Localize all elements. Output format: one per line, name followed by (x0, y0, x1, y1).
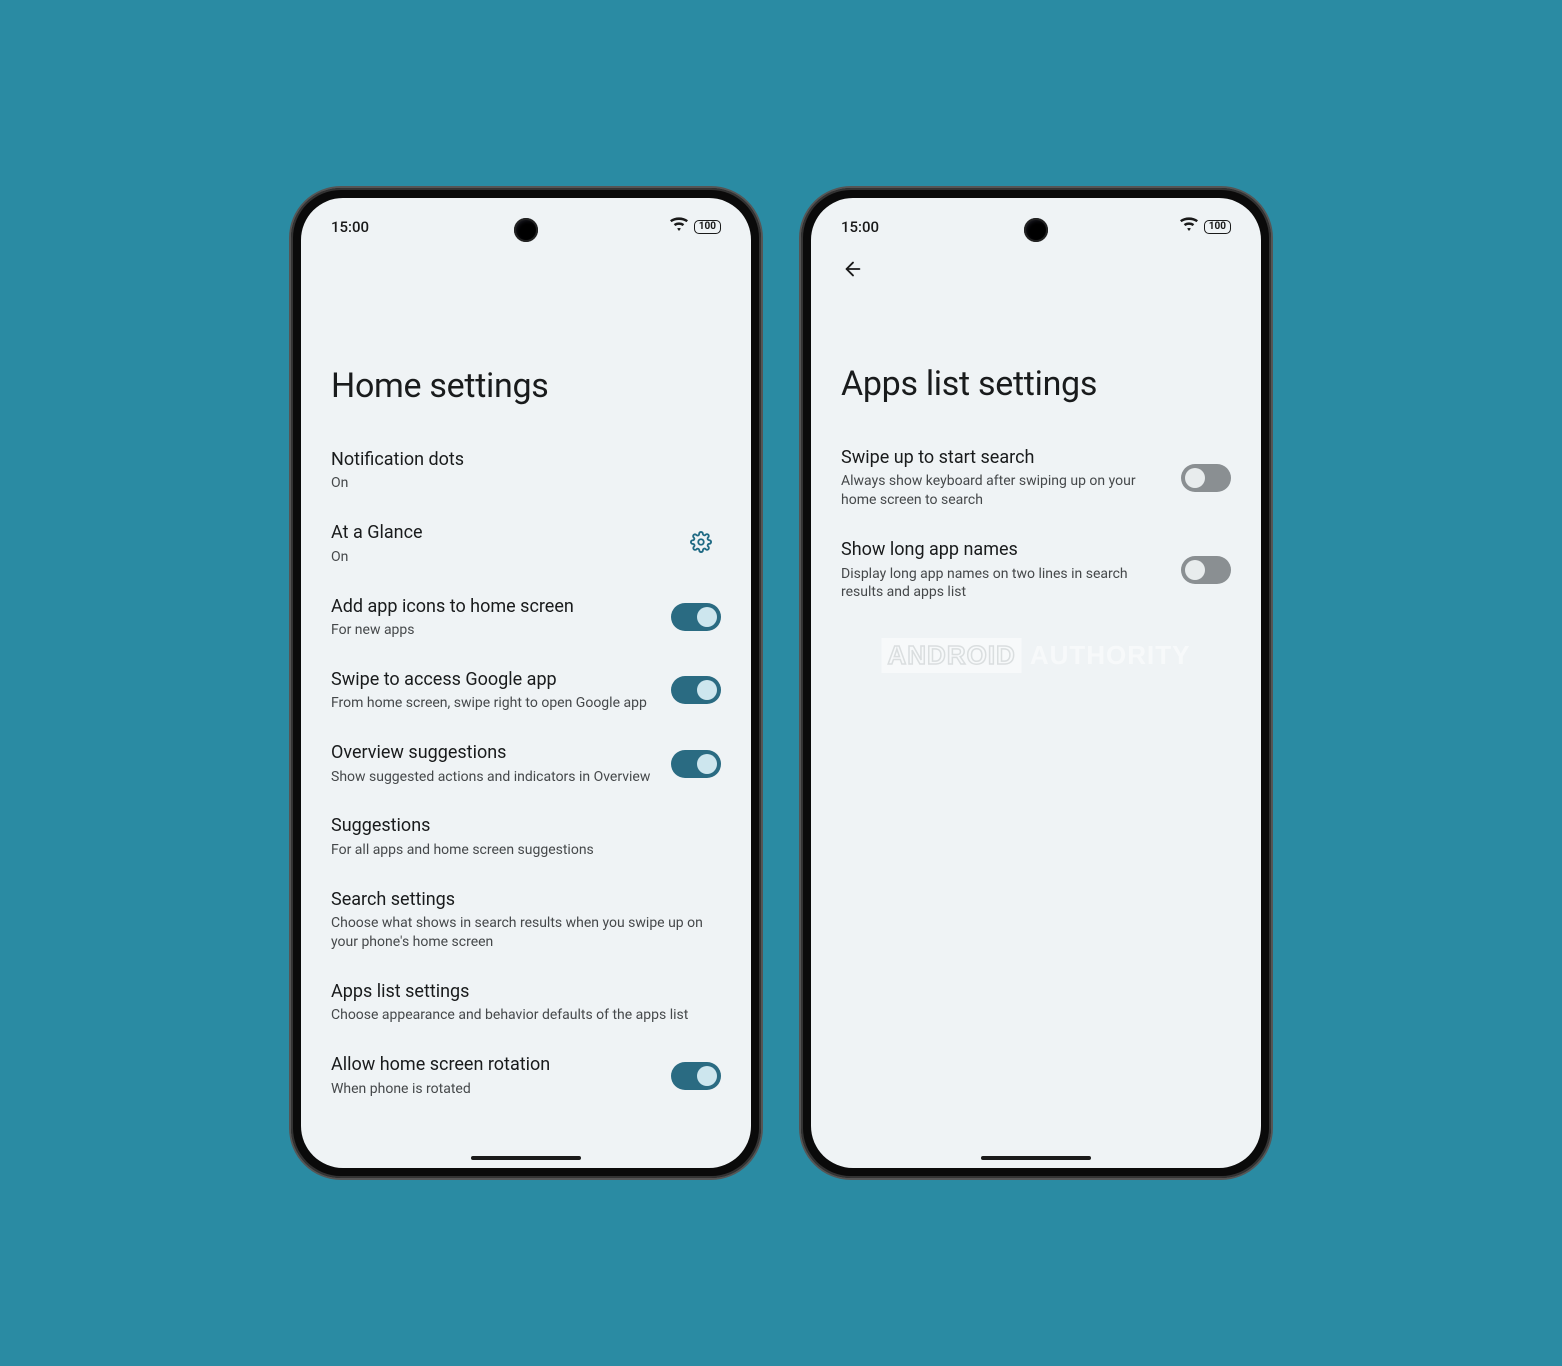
setting-apps-list-settings[interactable]: Apps list settings Choose appearance and… (331, 966, 721, 1039)
nav-handle[interactable] (981, 1156, 1091, 1160)
toggle-add-app-icons[interactable] (671, 603, 721, 631)
setting-add-app-icons[interactable]: Add app icons to home screen For new app… (331, 581, 721, 654)
setting-sub: Display long app names on two lines in s… (841, 565, 1167, 603)
setting-sub: Always show keyboard after swiping up on… (841, 472, 1167, 510)
arrow-left-icon (842, 258, 864, 284)
page-title: Home settings (301, 246, 751, 434)
screen-left: 15:00 100 Home settings Notification dot… (301, 198, 751, 1168)
setting-label: Suggestions (331, 814, 721, 837)
setting-label: Allow home screen rotation (331, 1053, 657, 1076)
setting-swipe-google-app[interactable]: Swipe to access Google app From home scr… (331, 654, 721, 727)
status-right: 100 (670, 216, 721, 238)
setting-sub: For new apps (331, 621, 657, 640)
setting-label: Notification dots (331, 448, 721, 471)
status-right: 100 (1180, 216, 1231, 238)
screen-right: 15:00 100 Apps list settings Swipe up to… (811, 198, 1261, 1168)
back-button[interactable] (833, 251, 873, 291)
setting-label: Show long app names (841, 538, 1167, 561)
toggle-swipe-up-search[interactable] (1181, 464, 1231, 492)
phone-mock-left: 15:00 100 Home settings Notification dot… (291, 188, 761, 1178)
gear-button[interactable] (681, 531, 721, 557)
setting-at-a-glance[interactable]: At a Glance On (331, 507, 721, 580)
wifi-icon (1180, 216, 1198, 238)
setting-sub: When phone is rotated (331, 1080, 657, 1099)
wifi-icon (670, 216, 688, 238)
status-time: 15:00 (331, 218, 369, 236)
setting-label: Apps list settings (331, 980, 721, 1003)
nav-row (811, 246, 1261, 290)
settings-list[interactable]: Swipe up to start search Always show key… (811, 432, 1261, 1168)
battery-icon: 100 (694, 220, 721, 234)
setting-sub: On (331, 548, 667, 567)
nav-handle[interactable] (471, 1156, 581, 1160)
phone-mock-right: 15:00 100 Apps list settings Swipe up to… (801, 188, 1271, 1178)
setting-label: At a Glance (331, 521, 667, 544)
toggle-allow-rotation[interactable] (671, 1062, 721, 1090)
setting-sub: Show suggested actions and indicators in… (331, 768, 657, 787)
page-title: Apps list settings (811, 290, 1261, 432)
setting-label: Overview suggestions (331, 741, 657, 764)
setting-swipe-up-search[interactable]: Swipe up to start search Always show key… (841, 432, 1231, 524)
camera-cutout (514, 218, 538, 242)
setting-label: Swipe to access Google app (331, 668, 657, 691)
settings-list[interactable]: Notification dots On At a Glance On (301, 434, 751, 1168)
toggle-swipe-google-app[interactable] (671, 676, 721, 704)
setting-long-app-names[interactable]: Show long app names Display long app nam… (841, 524, 1231, 616)
toggle-long-app-names[interactable] (1181, 556, 1231, 584)
setting-label: Search settings (331, 888, 721, 911)
setting-sub: On (331, 474, 721, 493)
gear-icon (690, 531, 712, 557)
setting-allow-rotation[interactable]: Allow home screen rotation When phone is… (331, 1039, 721, 1112)
setting-suggestions[interactable]: Suggestions For all apps and home screen… (331, 800, 721, 873)
battery-icon: 100 (1204, 220, 1231, 234)
setting-sub: Choose what shows in search results when… (331, 914, 721, 952)
setting-search-settings[interactable]: Search settings Choose what shows in sea… (331, 874, 721, 966)
setting-sub: Choose appearance and behavior defaults … (331, 1006, 721, 1025)
camera-cutout (1024, 218, 1048, 242)
setting-label: Add app icons to home screen (331, 595, 657, 618)
toggle-overview-suggestions[interactable] (671, 750, 721, 778)
setting-sub: From home screen, swipe right to open Go… (331, 694, 657, 713)
setting-sub: For all apps and home screen suggestions (331, 841, 721, 860)
status-time: 15:00 (841, 218, 879, 236)
setting-label: Swipe up to start search (841, 446, 1167, 469)
setting-overview-suggestions[interactable]: Overview suggestions Show suggested acti… (331, 727, 721, 800)
setting-notification-dots[interactable]: Notification dots On (331, 434, 721, 507)
